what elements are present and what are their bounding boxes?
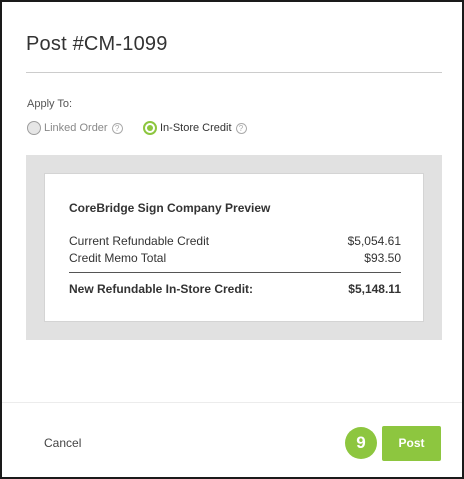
row-label: Credit Memo Total — [69, 251, 167, 265]
total-label: New Refundable In-Store Credit: — [69, 282, 254, 296]
linked-order-radio[interactable] — [27, 121, 41, 135]
step-number-badge: 9 — [345, 427, 377, 459]
radio-option-in-store-credit[interactable]: In-Store Credit ? — [143, 120, 247, 136]
preview-row: Current Refundable Credit $5,054.61 — [69, 234, 401, 249]
total-divider — [69, 272, 401, 273]
linked-order-label[interactable]: Linked Order — [44, 121, 108, 135]
in-store-credit-radio[interactable] — [143, 121, 157, 135]
preview-card: CoreBridge Sign Company Preview Current … — [44, 173, 424, 322]
total-value: $5,148.11 — [348, 282, 401, 296]
help-icon[interactable]: ? — [235, 122, 247, 134]
preview-title: CoreBridge Sign Company Preview — [69, 201, 271, 215]
preview-total-row: New Refundable In-Store Credit: $5,148.1… — [69, 282, 401, 297]
preview-row: Credit Memo Total $93.50 — [69, 251, 401, 266]
post-button[interactable]: Post — [382, 426, 441, 461]
in-store-credit-label[interactable]: In-Store Credit — [160, 121, 232, 135]
cancel-button[interactable]: Cancel — [44, 436, 81, 451]
post-credit-memo-dialog: Post #CM-1099 Apply To: Linked Order ? I… — [0, 0, 464, 479]
row-value: $93.50 — [364, 251, 401, 265]
row-value: $5,054.61 — [347, 234, 401, 248]
row-label: Current Refundable Credit — [69, 234, 210, 248]
title-divider — [26, 72, 442, 73]
help-icon[interactable]: ? — [111, 122, 123, 134]
apply-to-label: Apply To: — [27, 98, 73, 110]
footer-divider — [2, 402, 462, 403]
radio-option-linked-order[interactable]: Linked Order ? — [27, 120, 123, 136]
dialog-title: Post #CM-1099 — [26, 33, 168, 55]
